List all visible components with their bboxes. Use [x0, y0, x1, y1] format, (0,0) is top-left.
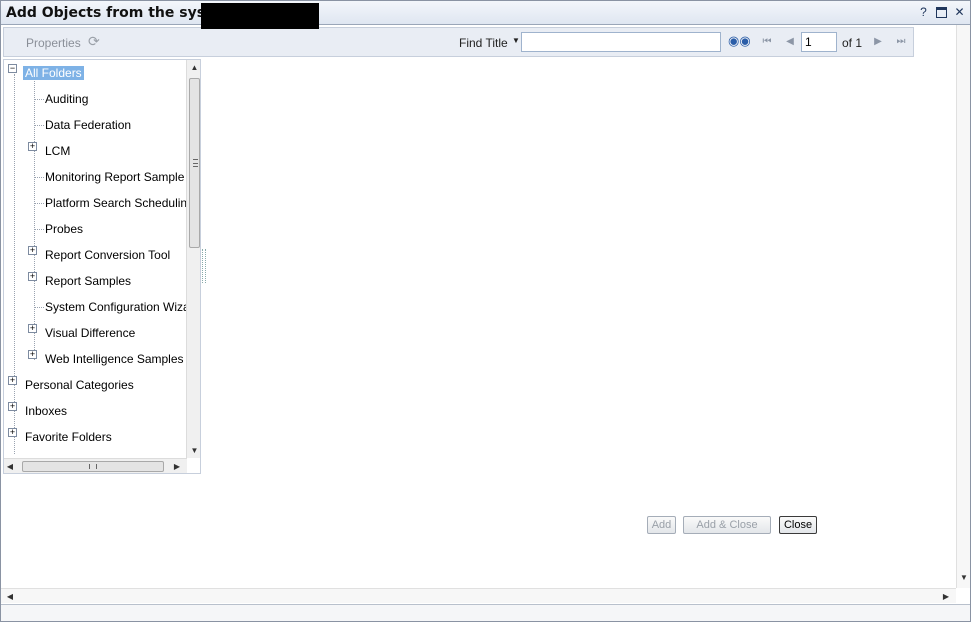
grip-icon: [193, 159, 198, 167]
page-vertical-scrollbar[interactable]: ▼: [956, 25, 970, 588]
page-number-input[interactable]: [801, 32, 837, 52]
maximize-icon[interactable]: [936, 7, 947, 18]
expand-icon[interactable]: +: [28, 324, 37, 333]
panel-splitter[interactable]: [202, 249, 206, 283]
add-close-button[interactable]: Add & Close: [683, 516, 771, 534]
tree-node-personal-categories[interactable]: Personal Categories: [25, 378, 134, 392]
tree-node[interactable]: System Configuration Wizard: [45, 300, 200, 314]
redacted-system-name: [201, 3, 319, 29]
scrollbar-thumb[interactable]: [189, 78, 200, 248]
prev-page-icon[interactable]: ◀: [785, 36, 795, 48]
binoculars-icon[interactable]: ◉◉: [728, 34, 751, 47]
tree-node[interactable]: Report Conversion Tool: [45, 248, 170, 262]
tree-node[interactable]: Probes: [45, 222, 83, 236]
tree-connector: [34, 99, 44, 100]
properties-button[interactable]: Properties: [26, 36, 81, 50]
find-title-dropdown[interactable]: Find Title: [459, 36, 508, 50]
tree-node[interactable]: Visual Difference: [45, 326, 135, 340]
page-count: of 1: [842, 36, 863, 50]
window-controls: ? ✕: [917, 6, 966, 19]
tree-node[interactable]: Report Samples: [45, 274, 131, 288]
tree-node[interactable]: Data Federation: [45, 118, 131, 132]
tree-connector: [14, 74, 15, 454]
expand-icon[interactable]: +: [28, 272, 37, 281]
tree-connector: [34, 177, 44, 178]
scroll-right-icon[interactable]: ▶: [941, 592, 951, 601]
grip-icon: [89, 464, 97, 469]
tree-connector: [34, 307, 44, 308]
next-page-icon[interactable]: ▶: [873, 36, 883, 48]
tree-connector: [34, 78, 35, 360]
title-bar: Add Objects from the system: ? ✕: [1, 1, 970, 25]
scroll-right-icon[interactable]: ▶: [171, 462, 183, 471]
expand-icon[interactable]: +: [28, 246, 37, 255]
tree-connector: [34, 203, 44, 204]
tree-vertical-scrollbar[interactable]: ▲ ▼: [186, 60, 200, 458]
scroll-down-icon[interactable]: ▼: [957, 573, 971, 582]
tree-node[interactable]: Platform Search Scheduling: [45, 196, 194, 210]
collapse-icon[interactable]: −: [8, 64, 17, 73]
tree-node-all-folders[interactable]: All Folders: [23, 66, 84, 80]
close-icon[interactable]: ✕: [953, 6, 966, 19]
help-icon[interactable]: ?: [917, 6, 930, 19]
scroll-left-icon[interactable]: ◀: [4, 462, 16, 471]
tree-node[interactable]: Monitoring Report Sample: [45, 170, 184, 184]
tree-connector: [34, 125, 44, 126]
status-bar: [1, 604, 970, 621]
add-button[interactable]: Add: [647, 516, 676, 534]
search-input[interactable]: [521, 32, 721, 52]
first-page-icon[interactable]: ⏮: [762, 36, 772, 48]
page-horizontal-scrollbar[interactable]: ◀ ▶: [1, 588, 956, 603]
scroll-up-icon[interactable]: ▲: [187, 63, 200, 72]
tree-node-inboxes[interactable]: Inboxes: [25, 404, 67, 418]
expand-icon[interactable]: +: [8, 376, 17, 385]
tree-node[interactable]: Auditing: [45, 92, 88, 106]
chevron-down-icon[interactable]: ▼: [512, 36, 520, 45]
expand-icon[interactable]: +: [8, 428, 17, 437]
tree-node-favorite-folders[interactable]: Favorite Folders: [25, 430, 112, 444]
tree-connector: [34, 229, 44, 230]
scrollbar-thumb[interactable]: [22, 461, 164, 472]
tree-horizontal-scrollbar[interactable]: ◀ ▶: [4, 458, 187, 473]
expand-icon[interactable]: +: [8, 402, 17, 411]
last-page-icon[interactable]: ⏭: [896, 36, 906, 48]
tree-node[interactable]: Web Intelligence Samples: [45, 352, 184, 366]
dialog-window: Add Objects from the system: ? ✕ Propert…: [0, 0, 971, 622]
expand-icon[interactable]: +: [28, 350, 37, 359]
scroll-left-icon[interactable]: ◀: [5, 592, 15, 601]
scroll-down-icon[interactable]: ▼: [187, 446, 200, 455]
tree-node[interactable]: LCM: [45, 144, 70, 158]
refresh-icon[interactable]: ⟳: [88, 34, 102, 48]
close-button[interactable]: Close: [779, 516, 817, 534]
toolbar: Properties ⟳ Find Title ▼ ◉◉ ⏮ ◀ of 1 ▶ …: [3, 27, 914, 57]
expand-icon[interactable]: +: [28, 142, 37, 151]
folder-tree: − All Folders Auditing Data Federation +…: [3, 59, 201, 474]
